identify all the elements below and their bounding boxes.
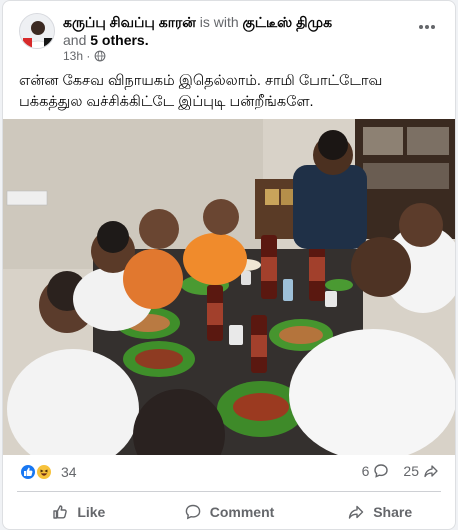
- with-text: is with: [199, 14, 239, 30]
- share-icon: [349, 505, 364, 519]
- post-photo[interactable]: [3, 119, 455, 455]
- post-actions: Like Comment Share: [3, 495, 455, 529]
- tagged-others-link[interactable]: 5 others.: [90, 32, 148, 48]
- reaction-summary[interactable]: 34: [19, 463, 77, 481]
- more-options-button[interactable]: [413, 17, 441, 37]
- post-text: என்ன கேசவ விநாயகம் இதெல்லாம். சாமி போட்ட…: [19, 73, 383, 110]
- globe-icon: [94, 50, 106, 62]
- post-time[interactable]: 13h ·: [63, 49, 90, 63]
- engagement-stats: 6 25: [362, 463, 439, 479]
- avatar-image: [20, 14, 54, 48]
- comment-label: Comment: [209, 504, 275, 520]
- post-author-line: கருப்பு சிவப்பு காரன் is with குட்டீஸ் த…: [63, 13, 403, 49]
- post-header: கருப்பு சிவப்பு காரன் is with குட்டீஸ் த…: [3, 1, 455, 67]
- author-avatar[interactable]: [19, 13, 55, 49]
- comment-bubble-icon: [374, 464, 389, 478]
- like-label: Like: [77, 504, 106, 520]
- haha-icon: [35, 463, 53, 481]
- comment-count[interactable]: 6: [362, 463, 390, 479]
- post-meta: 13h ·: [63, 49, 106, 63]
- post-card: கருப்பு சிவப்பு காரன் is with குட்டீஸ் த…: [2, 0, 456, 530]
- comment-count-value: 6: [361, 463, 370, 479]
- dinner-photo: [3, 119, 455, 455]
- thumbs-up-icon: [53, 505, 68, 519]
- tagged-name[interactable]: குட்டீஸ் திமுக: [243, 14, 333, 30]
- reaction-count: 34: [61, 464, 77, 480]
- share-label: Share: [373, 504, 413, 520]
- share-count-value: 25: [403, 463, 419, 479]
- comment-icon: [185, 504, 201, 520]
- author-name[interactable]: கருப்பு சிவப்பு காரன்: [63, 14, 196, 30]
- ellipsis-icon: [419, 25, 435, 29]
- like-button[interactable]: Like: [3, 495, 154, 529]
- share-arrow-icon: [424, 465, 438, 478]
- and-text: and: [63, 32, 87, 48]
- share-button[interactable]: Share: [304, 495, 455, 529]
- share-count[interactable]: 25: [403, 463, 439, 479]
- comment-button[interactable]: Comment: [154, 495, 305, 529]
- actions-divider: [17, 491, 441, 492]
